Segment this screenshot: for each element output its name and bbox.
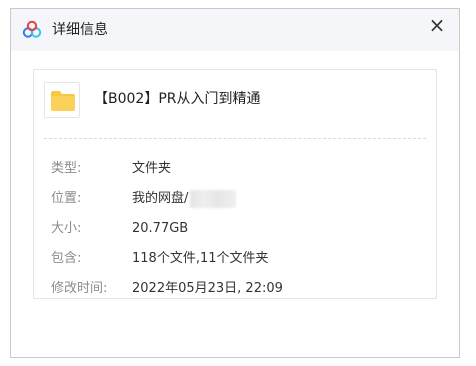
- location-value[interactable]: 我的网盘/: [132, 191, 188, 206]
- details-dialog: 详细信息 × 【B002】PR从入门到精通 类型: 文件夹 位置: 我的网盘/ …: [10, 8, 460, 358]
- dialog-title: 详细信息: [52, 22, 108, 38]
- detail-row-type: 类型: 文件夹: [34, 158, 436, 180]
- detail-row-contains: 包含: 118个文件,11个文件夹: [34, 248, 436, 270]
- baidu-netdisk-icon: [22, 20, 42, 38]
- redacted-path: [190, 189, 237, 208]
- location-label: 位置:: [51, 191, 82, 206]
- type-value: 文件夹: [132, 161, 172, 176]
- modified-time-value: 2022年05月23日, 22:09: [132, 281, 283, 296]
- folder-icon: [51, 91, 75, 111]
- modified-time-label: 修改时间:: [51, 281, 108, 296]
- file-thumbnail: [44, 82, 80, 118]
- contains-label: 包含:: [51, 251, 82, 266]
- detail-row-location: 位置: 我的网盘/: [34, 188, 436, 210]
- detail-row-modified: 修改时间: 2022年05月23日, 22:09: [34, 278, 436, 300]
- type-label: 类型:: [51, 161, 82, 176]
- title-bar: 详细信息 ×: [11, 9, 459, 51]
- size-value: 20.77GB: [132, 221, 189, 236]
- close-icon[interactable]: ×: [427, 15, 447, 35]
- contains-value: 118个文件,11个文件夹: [132, 251, 269, 266]
- location-value-wrap[interactable]: 我的网盘/: [132, 188, 237, 210]
- divider: [44, 138, 426, 139]
- file-name: 【B002】PR从入门到精通: [94, 91, 261, 107]
- size-label: 大小:: [51, 221, 82, 236]
- file-info-card: 【B002】PR从入门到精通 类型: 文件夹 位置: 我的网盘/ 大小: 20.…: [33, 69, 437, 299]
- detail-row-size: 大小: 20.77GB: [34, 218, 436, 240]
